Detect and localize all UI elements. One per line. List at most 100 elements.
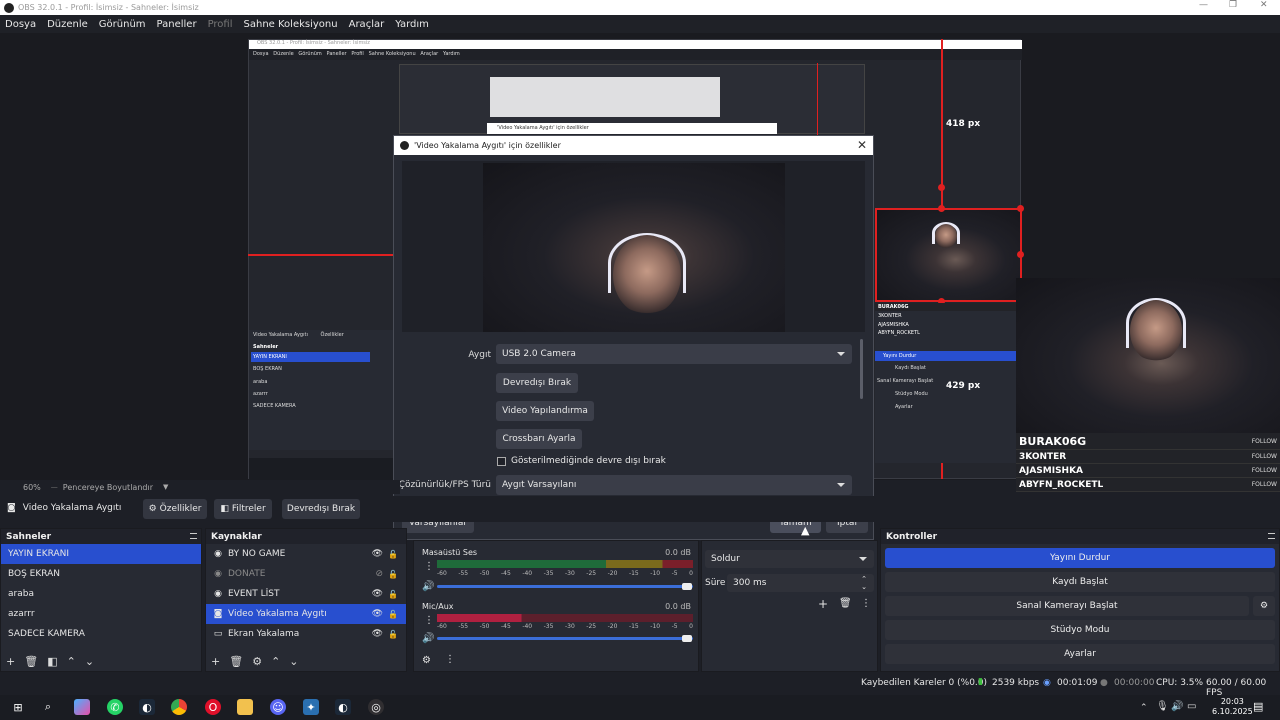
- menu-docks[interactable]: Paneller: [157, 19, 197, 30]
- dock-menu-icon[interactable]: [190, 533, 197, 539]
- eye-icon[interactable]: 👁: [372, 629, 383, 639]
- source-item[interactable]: ◉ DONATE ⊘ 🔓: [206, 564, 406, 584]
- search-icon[interactable]: ⌕: [40, 699, 56, 715]
- transition-select[interactable]: Soldur: [705, 550, 874, 568]
- discord-icon[interactable]: ☺: [270, 699, 286, 715]
- scene-item[interactable]: BOŞ EKRAN: [1, 564, 201, 584]
- mixer-settings-icon[interactable]: ⚙: [422, 655, 431, 666]
- speaker-tray-icon[interactable]: 🔊: [1171, 701, 1183, 712]
- app-icon[interactable]: ✦: [303, 699, 319, 715]
- settings-button[interactable]: Ayarlar: [885, 644, 1275, 664]
- menu-tools[interactable]: Araçlar: [349, 19, 385, 30]
- add-icon[interactable]: +: [211, 655, 220, 668]
- menu-profile[interactable]: Profil: [208, 19, 233, 30]
- deactivate-source-button[interactable]: Devredışı Bırak: [282, 499, 360, 519]
- arrow-down-icon[interactable]: ⌄: [289, 655, 298, 668]
- obs-taskbar-icon[interactable]: ◎: [368, 699, 384, 715]
- chevron-down-icon[interactable]: ▼: [163, 483, 168, 491]
- scene-item[interactable]: araba: [1, 584, 201, 604]
- configure-video-button[interactable]: Video Yapılandırma: [496, 401, 594, 421]
- arrow-up-icon[interactable]: ⌃: [67, 655, 76, 668]
- lock-icon[interactable]: 🔓: [388, 590, 398, 599]
- dialog-scrollbar[interactable]: [860, 339, 863, 399]
- scaling-mode[interactable]: Pencereye Boyutlandır: [63, 483, 153, 492]
- handle-right[interactable]: [1017, 251, 1024, 258]
- desktop-volume-knob[interactable]: [682, 583, 692, 590]
- properties-button[interactable]: ⚙ Özellikler: [143, 499, 207, 519]
- source-item[interactable]: ◉ BY NO GAME 👁 🔓: [206, 544, 406, 564]
- trash-icon[interactable]: 🗑: [24, 655, 38, 668]
- gear-icon[interactable]: ⚙: [252, 655, 262, 668]
- lock-icon[interactable]: 🔓: [388, 570, 398, 579]
- mic-volume-knob[interactable]: [682, 635, 692, 642]
- selection-bbox[interactable]: [875, 208, 1022, 302]
- deactivate-button[interactable]: Devredışı Bırak: [496, 373, 578, 393]
- start-icon[interactable]: ⊞: [10, 699, 26, 715]
- add-icon[interactable]: +: [818, 597, 828, 611]
- minimize-button[interactable]: —: [1199, 0, 1208, 10]
- guide-handle-top[interactable]: [938, 184, 945, 191]
- desktop-volume-slider[interactable]: [437, 585, 693, 588]
- lock-icon[interactable]: 🔓: [388, 630, 398, 639]
- start-virtual-camera-button[interactable]: Sanal Kamerayı Başlat: [885, 596, 1249, 616]
- menu-help[interactable]: Yardım: [395, 19, 429, 30]
- stop-stream-button[interactable]: Yayını Durdur: [885, 548, 1275, 568]
- folder-icon[interactable]: [237, 699, 253, 715]
- crossbar-button[interactable]: Crossbarı Ayarla: [496, 429, 582, 449]
- steam-icon[interactable]: ◐: [139, 699, 155, 715]
- dialog-close-icon[interactable]: ✕: [857, 138, 867, 152]
- source-item[interactable]: ◉ EVENT LİST 👁 🔓: [206, 584, 406, 604]
- tray-chevron-icon[interactable]: ⌃: [1140, 703, 1148, 713]
- stepper-icon[interactable]: ⌃ ⌄: [861, 575, 867, 591]
- scene-item[interactable]: SADECE KAMERA: [1, 624, 201, 644]
- source-item[interactable]: ▭ Ekran Yakalama 👁 🔓: [206, 624, 406, 644]
- kebab-menu-icon[interactable]: ⋮: [424, 561, 434, 572]
- eye-icon[interactable]: 👁: [372, 609, 383, 619]
- speaker-icon[interactable]: 🔊: [422, 581, 434, 592]
- clock[interactable]: 20:03 6.10.2025: [1212, 697, 1253, 717]
- start-recording-button[interactable]: Kaydı Başlat: [885, 572, 1275, 592]
- steam-icon[interactable]: ◐: [335, 699, 351, 715]
- maximize-button[interactable]: ❐: [1229, 0, 1237, 10]
- hide-checkbox-row[interactable]: Gösterilmediğinde devre dışı bırak: [497, 456, 666, 466]
- kebab-menu-icon[interactable]: ⋮: [861, 598, 871, 609]
- copilot-icon[interactable]: [74, 699, 90, 715]
- opera-icon[interactable]: O: [205, 699, 221, 715]
- arrow-up-icon[interactable]: ⌃: [271, 655, 280, 668]
- mic-volume-slider[interactable]: [437, 637, 693, 640]
- duration-input[interactable]: 300 ms ⌃ ⌄: [727, 574, 874, 592]
- arrow-down-icon[interactable]: ⌄: [85, 655, 94, 668]
- eye-hidden-icon[interactable]: ⊘: [375, 569, 383, 579]
- chrome-icon[interactable]: [171, 699, 187, 715]
- close-window-button[interactable]: ✕: [1260, 0, 1268, 10]
- virtual-camera-settings-icon[interactable]: ⚙: [1253, 596, 1275, 616]
- eye-icon[interactable]: 👁: [372, 549, 383, 559]
- kebab-menu-icon[interactable]: ⋮: [445, 654, 455, 665]
- kebab-menu-icon[interactable]: ⋮: [424, 615, 434, 626]
- trash-icon[interactable]: 🗑: [229, 655, 243, 668]
- studio-mode-button[interactable]: Stüdyo Modu: [885, 620, 1275, 640]
- filter-icon[interactable]: ◧: [47, 655, 57, 668]
- eye-icon[interactable]: 👁: [372, 589, 383, 599]
- mic-tray-icon[interactable]: 🎙: [1156, 701, 1169, 712]
- scene-item[interactable]: azarrr: [1, 604, 201, 624]
- scene-item[interactable]: YAYIN EKRANI: [1, 544, 201, 564]
- handle-top-right[interactable]: [1017, 205, 1024, 212]
- device-select[interactable]: USB 2.0 Camera: [496, 344, 852, 364]
- handle-top[interactable]: [938, 205, 945, 212]
- lock-icon[interactable]: 🔓: [388, 550, 398, 559]
- dock-menu-icon[interactable]: [1268, 533, 1275, 539]
- notification-icon[interactable]: ▤: [1253, 700, 1263, 713]
- filters-button[interactable]: ◧ Filtreler: [214, 499, 272, 519]
- menu-view[interactable]: Görünüm: [99, 19, 146, 30]
- network-tray-icon[interactable]: ▭: [1187, 701, 1196, 712]
- resolution-select[interactable]: Aygıt Varsayılanı: [496, 475, 852, 495]
- trash-icon[interactable]: 🗑: [839, 598, 852, 609]
- lock-icon[interactable]: 🔓: [388, 610, 398, 619]
- speaker-icon[interactable]: 🔊: [422, 633, 434, 644]
- menu-scene-collection[interactable]: Sahne Koleksiyonu: [244, 19, 338, 30]
- menu-file[interactable]: Dosya: [5, 19, 36, 30]
- zoom-level[interactable]: 60%: [23, 483, 41, 492]
- hide-checkbox[interactable]: [497, 456, 506, 466]
- menu-edit[interactable]: Düzenle: [47, 19, 88, 30]
